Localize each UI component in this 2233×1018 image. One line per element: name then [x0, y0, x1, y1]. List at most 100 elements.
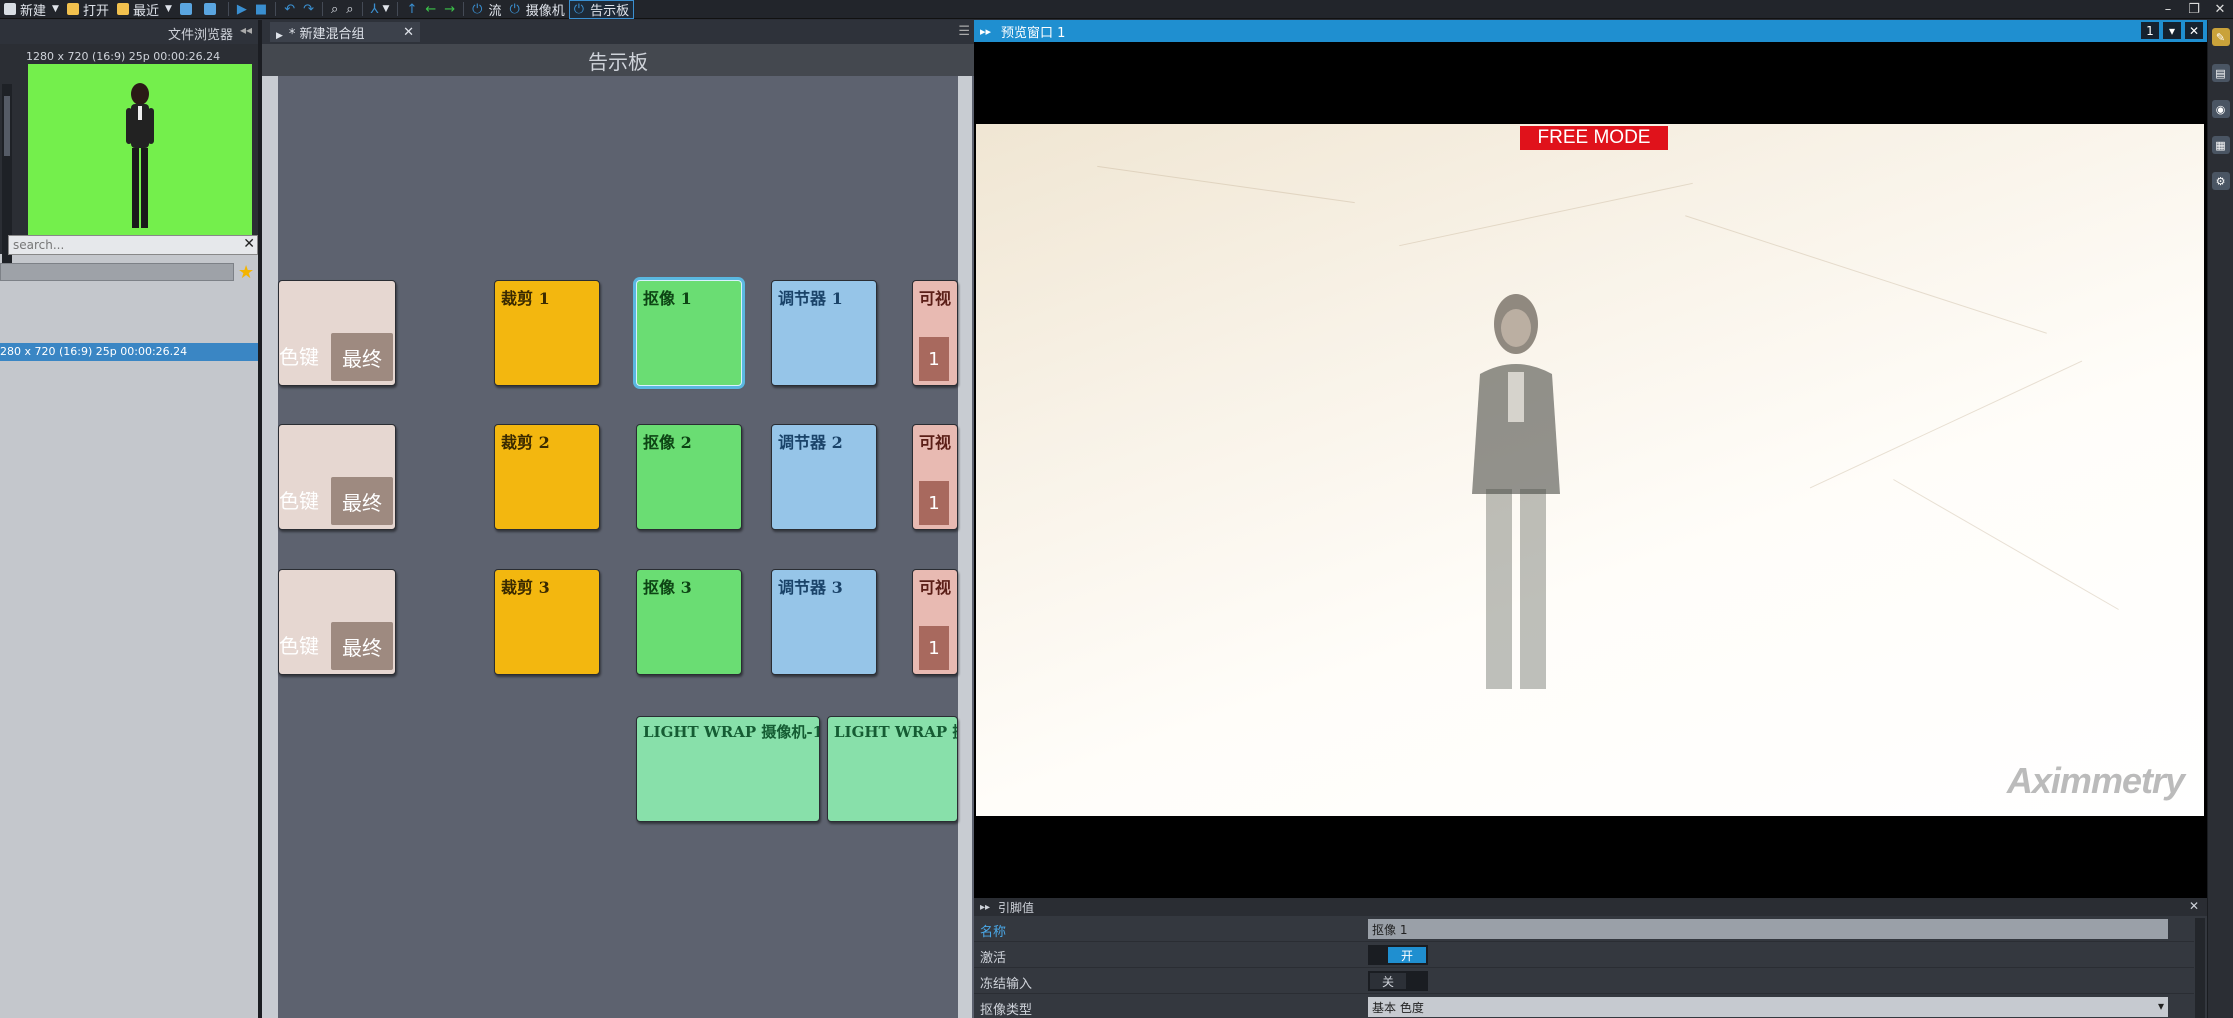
- up-button[interactable]: ↑: [402, 0, 421, 19]
- close-button[interactable]: ✕: [2207, 0, 2233, 19]
- expand-icon[interactable]: ▸▸: [980, 25, 991, 38]
- window-controls: – ❐ ✕: [2155, 0, 2233, 19]
- prop-row-freeze: 冻结输入 关: [974, 968, 2194, 994]
- open-button[interactable]: 打开: [63, 0, 113, 19]
- arrow-left-icon: ←: [425, 1, 437, 17]
- keyer-node-1[interactable]: 抠像 1: [636, 280, 742, 386]
- scrollbar-thumb[interactable]: [4, 96, 10, 156]
- save-button[interactable]: [176, 0, 200, 19]
- adjuster-node-2[interactable]: 调节器 2: [771, 424, 877, 530]
- chevron-down-icon[interactable]: ▼: [165, 4, 172, 14]
- visible-node-2[interactable]: 可视 1: [912, 424, 958, 530]
- undo-button[interactable]: ↶: [280, 0, 299, 19]
- final-node[interactable]: 色键 最终: [278, 280, 396, 386]
- star-icon[interactable]: ★: [238, 262, 254, 283]
- visible-index[interactable]: 1: [919, 626, 949, 670]
- adjuster-node-1[interactable]: 调节器 1: [771, 280, 877, 386]
- file-browser-panel: 文件浏览器 ◂◂ 1280 x 720 (16:9) 25p 00:00:26.…: [0, 20, 260, 1018]
- active-toggle[interactable]: 开: [1368, 945, 1428, 965]
- redo-button[interactable]: ↷: [299, 0, 318, 19]
- new-file-icon: [4, 3, 16, 15]
- close-icon[interactable]: ✕: [403, 25, 414, 40]
- final-node[interactable]: 色键 最终: [278, 424, 396, 530]
- layers-icon[interactable]: ▤: [2211, 64, 2230, 82]
- collapse-icon[interactable]: ◂◂: [240, 23, 252, 37]
- recent-icon: [116, 3, 129, 15]
- redo-icon: ↷: [303, 1, 314, 17]
- list-item[interactable]: 280 x 720 (16:9) 25p 00:00:26.24: [0, 343, 260, 361]
- free-mode-badge: FREE MODE: [1520, 126, 1668, 150]
- pin-values-header: ▸▸ 引脚值 ✕: [974, 898, 2207, 916]
- axis-icon: ⅄: [370, 1, 379, 17]
- visible-node-3[interactable]: 可视 1: [912, 569, 958, 675]
- new-button[interactable]: 新建 ▼: [0, 0, 63, 19]
- clip-preview-area: 1280 x 720 (16:9) 25p 00:00:26.24: [0, 44, 260, 264]
- visible-index[interactable]: 1: [919, 337, 949, 381]
- rock-texture: [1809, 360, 2083, 489]
- adjuster-node-3[interactable]: 调节器 3: [771, 569, 877, 675]
- final-button[interactable]: 最终: [331, 622, 393, 670]
- play-button[interactable]: ▶: [233, 0, 251, 19]
- chart-icon[interactable]: ▦: [2211, 136, 2230, 154]
- preview-canvas[interactable]: FREE MODE Aximmetry: [976, 124, 2204, 816]
- chevron-down-icon[interactable]: ▼: [383, 4, 390, 14]
- zoom-out-button[interactable]: ⌕: [342, 0, 357, 19]
- save-icon: [179, 3, 192, 15]
- crop-node-3[interactable]: 裁剪 3: [494, 569, 600, 675]
- final-button[interactable]: 最终: [331, 333, 393, 381]
- prop-row-name: 名称 抠像 1: [974, 916, 2194, 942]
- keyer-node-2[interactable]: 抠像 2: [636, 424, 742, 530]
- maximize-button[interactable]: ❐: [2181, 0, 2207, 19]
- eye-icon[interactable]: ◉: [2211, 100, 2230, 118]
- back-button[interactable]: ←: [421, 0, 440, 19]
- visible-node-1[interactable]: 可视 1: [912, 280, 958, 386]
- tab-new-compound[interactable]: ▶ * 新建混合组 ✕: [270, 22, 420, 42]
- window-number-select[interactable]: 1: [2141, 22, 2159, 39]
- save-all-button[interactable]: [200, 0, 224, 19]
- toolbar-divider: [322, 2, 323, 16]
- lightwrap-node-1[interactable]: LIGHT WRAP 摄像机-1: [636, 716, 820, 822]
- tab-flow[interactable]: ⏻ 流: [468, 0, 505, 19]
- zoom-in-button[interactable]: ⌕: [327, 0, 342, 19]
- note-icon[interactable]: ✎: [2211, 28, 2230, 46]
- clip-thumbnail[interactable]: [28, 64, 252, 252]
- stop-icon: ■: [254, 1, 268, 17]
- rock-texture: [1893, 479, 2119, 610]
- visible-index[interactable]: 1: [919, 481, 949, 525]
- final-node[interactable]: 色键 最终: [278, 569, 396, 675]
- tab-billboard[interactable]: ⏻ 告示板: [568, 0, 635, 19]
- board-edge-left: [262, 76, 278, 1018]
- forward-button[interactable]: →: [440, 0, 459, 19]
- final-button[interactable]: 最终: [331, 477, 393, 525]
- keyer-type-select[interactable]: 基本 色度 ▾: [1368, 997, 2168, 1017]
- axis-button[interactable]: ⅄ ▼: [367, 0, 394, 19]
- chevron-down-icon[interactable]: ▾: [2163, 22, 2181, 39]
- props-scrollbar[interactable]: [2195, 918, 2205, 1018]
- close-icon[interactable]: ✕: [2185, 22, 2203, 39]
- toolbar-divider: [227, 2, 229, 16]
- power-icon: ⏻: [509, 1, 520, 17]
- filter-bar[interactable]: [0, 263, 234, 281]
- menu-icon[interactable]: ☰: [958, 24, 970, 39]
- crop-node-2[interactable]: 裁剪 2: [494, 424, 600, 530]
- clear-icon[interactable]: ✕: [243, 236, 255, 252]
- power-icon: ⏻: [573, 1, 585, 17]
- close-icon[interactable]: ✕: [2189, 899, 2199, 913]
- keyer-node-3[interactable]: 抠像 3: [636, 569, 742, 675]
- minimize-button[interactable]: –: [2155, 0, 2181, 19]
- presenter-figure: [126, 83, 154, 228]
- gear-icon[interactable]: ⚙: [2211, 172, 2230, 190]
- tab-camera[interactable]: ⏻ 摄像机: [505, 0, 568, 19]
- chevron-down-icon[interactable]: ▼: [52, 4, 59, 14]
- search-input[interactable]: search... ✕: [8, 235, 258, 255]
- arrow-right-icon: →: [444, 1, 456, 17]
- side-toolstrip: ✎ ▤ ◉ ▦ ⚙: [2207, 20, 2233, 1018]
- freeze-input-toggle[interactable]: 关: [1368, 971, 1428, 991]
- name-field[interactable]: 抠像 1: [1368, 919, 2168, 939]
- lightwrap-node-2[interactable]: LIGHT WRAP 摄: [827, 716, 958, 822]
- expand-icon[interactable]: ▸▸: [980, 902, 990, 913]
- presenter-figure: [1472, 294, 1560, 689]
- stop-button[interactable]: ■: [251, 0, 271, 19]
- crop-node-1[interactable]: 裁剪 1: [494, 280, 600, 386]
- recent-button[interactable]: 最近 ▼: [113, 0, 176, 19]
